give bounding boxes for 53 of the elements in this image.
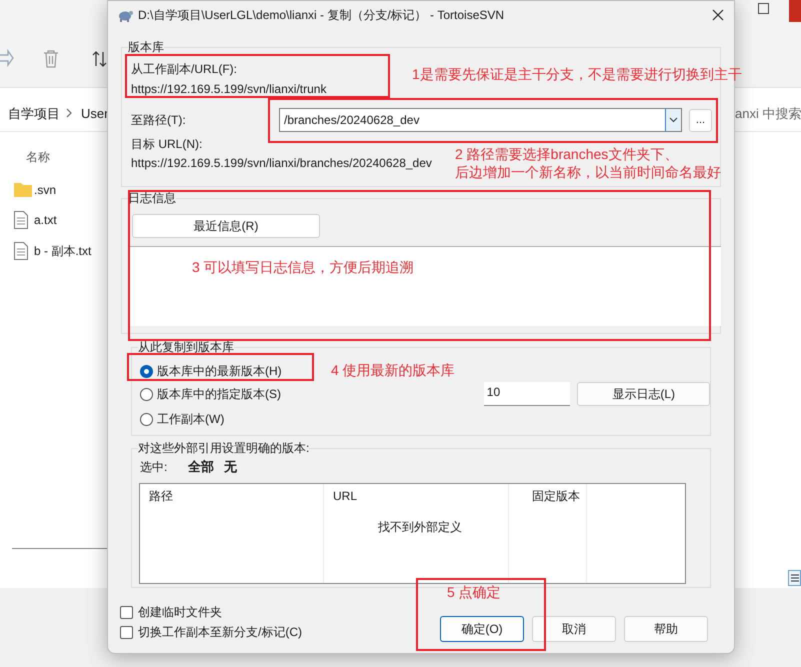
- field-label: 至路径(T):: [131, 112, 187, 128]
- field-label: 目标 URL(N):: [131, 136, 202, 152]
- radio-button[interactable]: [140, 412, 153, 426]
- file-name[interactable]: a.txt: [34, 212, 57, 228]
- select-none-link[interactable]: 无: [224, 459, 237, 475]
- column-header[interactable]: URL: [324, 484, 508, 504]
- sort-icon[interactable]: [92, 51, 107, 67]
- file-name[interactable]: .svn: [34, 182, 56, 198]
- radio-button[interactable]: [140, 364, 153, 378]
- revision-field[interactable]: 10: [484, 382, 570, 406]
- column-header[interactable]: 固定版本: [509, 484, 586, 504]
- breadcrumb-item[interactable]: User: [81, 106, 108, 122]
- checkbox-label: 切换工作副本至新分支/标记(C): [138, 624, 302, 640]
- dialog-button[interactable]: 取消: [532, 616, 616, 642]
- recent-messages-button[interactable]: 最近信息(R): [132, 214, 320, 238]
- empty-message: 找不到外部定义: [378, 519, 462, 535]
- url-text: https://192.169.5.199/svn/lianxi/branches/20240628_dev: [131, 155, 432, 171]
- trash-icon[interactable]: [43, 50, 59, 68]
- radio-label: 版本库中的最新版本(H): [157, 363, 282, 379]
- maximize-icon[interactable]: [758, 3, 769, 14]
- file-name[interactable]: b - 副本.txt: [34, 243, 92, 259]
- dialog-button[interactable]: 帮助: [624, 616, 708, 642]
- select-all-link[interactable]: 全部: [188, 459, 214, 475]
- field-label: 从工作副本/URL(F):: [131, 61, 237, 77]
- path-combo-box[interactable]: /branches/20240628_dev: [279, 108, 682, 132]
- checkbox[interactable]: [120, 626, 133, 638]
- folder-icon: [14, 181, 32, 199]
- group-label: 对这些外部引用设置明确的版本:: [138, 440, 310, 456]
- breadcrumb-item[interactable]: 自学项目: [8, 106, 60, 122]
- window-title: D:\自学项目\UserLGL\demo\lianxi - 复制（分支/标记） - TortoiseSVN: [138, 6, 504, 22]
- select-label: 选中:: [140, 459, 168, 475]
- radio-label: 工作副本(W): [157, 411, 224, 427]
- browse-button[interactable]: ...: [689, 108, 712, 132]
- list-view-icon[interactable]: [788, 570, 801, 586]
- url-text: https://192.169.5.199/svn/lianxi/trunk: [131, 81, 326, 97]
- annotation-text: 5 点确定: [447, 583, 501, 601]
- checkbox[interactable]: [120, 606, 133, 618]
- search-field[interactable]: anxi 中搜索: [735, 106, 801, 122]
- radio-label: 版本库中的指定版本(S): [157, 386, 281, 402]
- dialog-button[interactable]: 确定(O): [440, 616, 524, 642]
- show-log-button[interactable]: 显示日志(L): [577, 382, 710, 406]
- group-label: 版本库: [128, 39, 164, 55]
- column-header[interactable]: 名称: [26, 149, 50, 165]
- annotation-text: 后边增加一个新名称，以当前时间命名最好: [455, 163, 721, 181]
- checkbox-label: 创建临时文件夹: [138, 604, 222, 620]
- close-icon[interactable]: [712, 8, 724, 20]
- radio-button[interactable]: [140, 388, 153, 400]
- chevron-icon: [66, 108, 72, 118]
- annotation-text: 2 路径需要选择branches文件夹下、: [455, 145, 678, 163]
- annotation-text: 3 可以填写日志信息，方便后期追溯: [192, 258, 414, 276]
- annotation-text: 1是需要先保证是主干分支，不是需要进行切换到主干: [412, 65, 742, 83]
- column-header[interactable]: 路径: [140, 484, 323, 504]
- annotation-text: 4 使用最新的版本库: [331, 361, 455, 379]
